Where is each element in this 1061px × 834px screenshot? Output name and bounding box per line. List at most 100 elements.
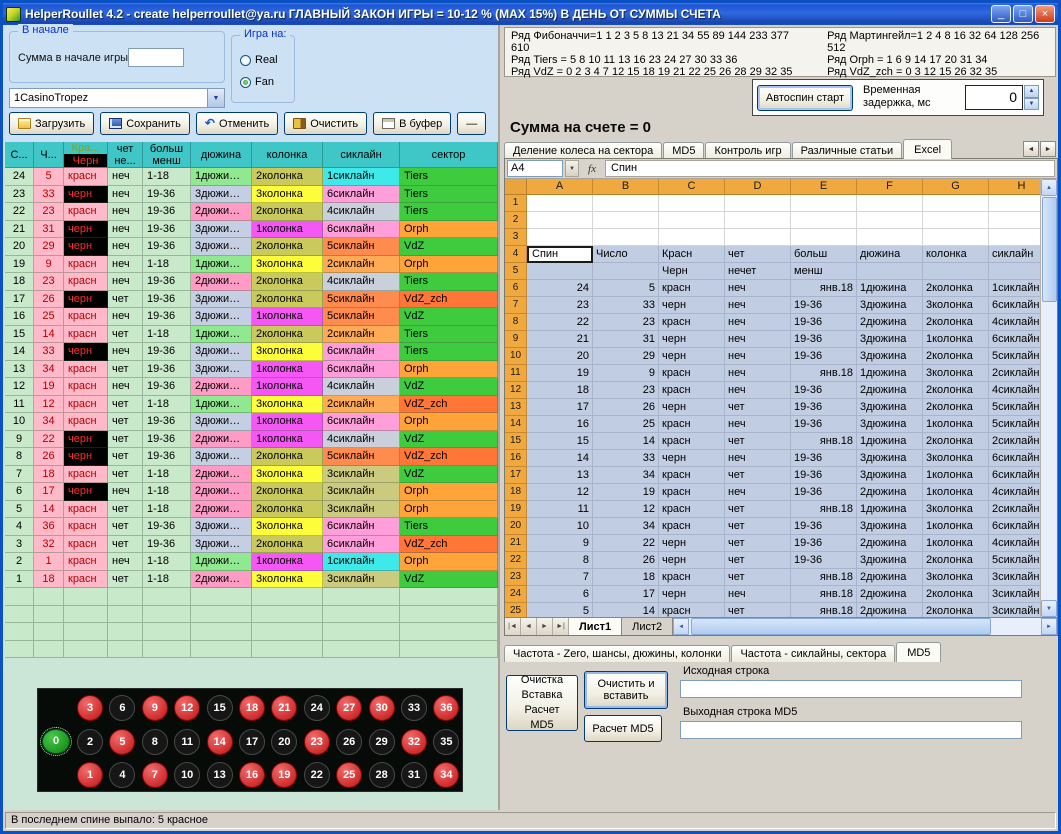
board-number-27[interactable]: 27 — [333, 692, 365, 724]
sheet-tab-0[interactable]: Лист1 — [569, 618, 622, 635]
column-cell[interactable]: 2колонка — [252, 168, 323, 186]
sector-cell[interactable]: VdZ — [400, 431, 498, 449]
sector-cell[interactable]: Tiers — [400, 518, 498, 536]
excel-cell[interactable]: 22 — [527, 314, 593, 331]
excel-cell[interactable]: чет — [725, 246, 791, 263]
excel-cell[interactable] — [791, 212, 857, 229]
row-header-9[interactable]: 9 — [505, 331, 527, 348]
board-number-1[interactable]: 1 — [74, 759, 106, 791]
dozen-cell[interactable]: 3дюжи… — [191, 238, 252, 256]
casino-select[interactable]: 1CasinoTropez ▼ — [9, 88, 225, 108]
excel-cell[interactable] — [659, 212, 725, 229]
range-cell[interactable]: 1-18 — [143, 501, 191, 519]
range-cell[interactable]: 19-36 — [143, 448, 191, 466]
excel-cell[interactable]: красн — [659, 314, 725, 331]
range-cell[interactable]: 19-36 — [143, 238, 191, 256]
main-tab-3[interactable]: Различные статьи — [792, 142, 903, 159]
excel-cell[interactable]: 2дюжина — [857, 586, 923, 603]
sixline-cell[interactable]: 2сиклайн — [323, 326, 400, 344]
excel-cell[interactable]: 31 — [593, 331, 659, 348]
parity-cell[interactable]: чет — [108, 413, 143, 431]
excel-cell[interactable]: 2сиклайн — [989, 433, 1042, 450]
excel-cell[interactable]: 14 — [527, 450, 593, 467]
excel-cell[interactable]: 3дюжина — [857, 331, 923, 348]
excel-cell[interactable]: 18 — [527, 382, 593, 399]
excel-cell[interactable]: неч — [725, 416, 791, 433]
board-number-3[interactable]: 3 — [74, 692, 106, 724]
excel-cell[interactable]: 19-36 — [791, 382, 857, 399]
excel-cell[interactable] — [527, 263, 593, 280]
sector-cell[interactable]: VdZ_zch — [400, 396, 498, 414]
range-cell[interactable]: 1-18 — [143, 483, 191, 501]
excel-cell[interactable]: черн — [659, 535, 725, 552]
parity-cell[interactable]: неч — [108, 203, 143, 221]
row-header-12[interactable]: 12 — [505, 382, 527, 399]
excel-cell[interactable] — [989, 212, 1042, 229]
radio-real[interactable]: Real — [240, 54, 278, 66]
excel-cell[interactable]: 4сиклайн — [989, 314, 1042, 331]
sixline-cell[interactable]: 5сиклайн — [323, 448, 400, 466]
undo-button[interactable]: ↶ Отменить — [196, 112, 278, 135]
excel-cell[interactable]: неч — [725, 484, 791, 501]
excel-cell[interactable]: неч — [725, 314, 791, 331]
spin-cell[interactable]: 12 — [5, 378, 34, 396]
row-header-19[interactable]: 19 — [505, 501, 527, 518]
excel-cell[interactable]: 26 — [593, 399, 659, 416]
row-header-10[interactable]: 10 — [505, 348, 527, 365]
excel-cell[interactable]: колонка — [923, 246, 989, 263]
color-cell[interactable]: черн — [64, 448, 108, 466]
radio-fan[interactable]: Fan — [240, 76, 274, 88]
board-number-8[interactable]: 8 — [139, 726, 171, 758]
dozen-cell[interactable]: 2дюжи… — [191, 483, 252, 501]
parity-cell[interactable]: неч — [108, 273, 143, 291]
excel-cell[interactable]: 3колонка — [923, 297, 989, 314]
sixline-cell[interactable]: 3сиклайн — [323, 483, 400, 501]
sector-cell[interactable]: Tiers — [400, 273, 498, 291]
column-cell[interactable]: 3колонка — [252, 256, 323, 274]
excel-cell[interactable]: 9 — [593, 365, 659, 382]
board-number-10[interactable]: 10 — [171, 759, 203, 791]
excel-cell[interactable]: 19-36 — [791, 552, 857, 569]
number-cell[interactable]: 23 — [34, 203, 64, 221]
excel-cell[interactable] — [989, 263, 1042, 280]
sector-cell[interactable]: Tiers — [400, 203, 498, 221]
number-cell[interactable]: 33 — [34, 186, 64, 204]
excel-cell[interactable]: 3дюжина — [857, 399, 923, 416]
color-cell[interactable]: черн — [64, 221, 108, 239]
excel-cell[interactable]: 2колонка — [923, 280, 989, 297]
excel-cell[interactable]: 19-36 — [791, 535, 857, 552]
excel-cell[interactable]: 7 — [527, 569, 593, 586]
scroll-right-button[interactable]: ► — [1041, 618, 1057, 635]
excel-cell[interactable] — [923, 212, 989, 229]
excel-cell[interactable]: черн — [659, 399, 725, 416]
excel-cell[interactable]: 1дюжина — [857, 280, 923, 297]
dozen-cell[interactable]: 3дюжи… — [191, 361, 252, 379]
number-cell[interactable]: 32 — [34, 536, 64, 554]
excel-cell[interactable]: 2колонка — [923, 433, 989, 450]
dozen-cell[interactable]: 2дюжи… — [191, 273, 252, 291]
excel-cell[interactable]: Красн — [659, 246, 725, 263]
range-cell[interactable]: 1-18 — [143, 396, 191, 414]
sixline-cell[interactable]: 3сиклайн — [323, 501, 400, 519]
range-cell[interactable]: 19-36 — [143, 361, 191, 379]
column-cell[interactable]: 2колонка — [252, 238, 323, 256]
excel-cell[interactable]: янв.18 — [791, 433, 857, 450]
horizontal-scroll-thumb[interactable] — [691, 618, 991, 635]
excel-cell[interactable]: 3дюжина — [857, 518, 923, 535]
excel-cell[interactable]: черн — [659, 450, 725, 467]
excel-cell[interactable] — [923, 229, 989, 246]
color-cell[interactable]: красн — [64, 518, 108, 536]
row-header-16[interactable]: 16 — [505, 450, 527, 467]
excel-cell[interactable]: 2дюжина — [857, 535, 923, 552]
dozen-cell[interactable]: 3дюжи… — [191, 413, 252, 431]
excel-cell[interactable]: 5 — [593, 280, 659, 297]
excel-cell[interactable]: 1дюжина — [857, 433, 923, 450]
excel-cell[interactable]: неч — [725, 365, 791, 382]
maximize-button[interactable]: □ — [1013, 5, 1033, 23]
number-cell[interactable]: 23 — [34, 273, 64, 291]
excel-cell[interactable]: 19-36 — [791, 314, 857, 331]
range-cell[interactable]: 19-36 — [143, 343, 191, 361]
dozen-cell[interactable]: 1дюжи… — [191, 553, 252, 571]
main-tab-0[interactable]: Деление колеса на сектора — [504, 142, 662, 159]
color-cell[interactable]: черн — [64, 343, 108, 361]
